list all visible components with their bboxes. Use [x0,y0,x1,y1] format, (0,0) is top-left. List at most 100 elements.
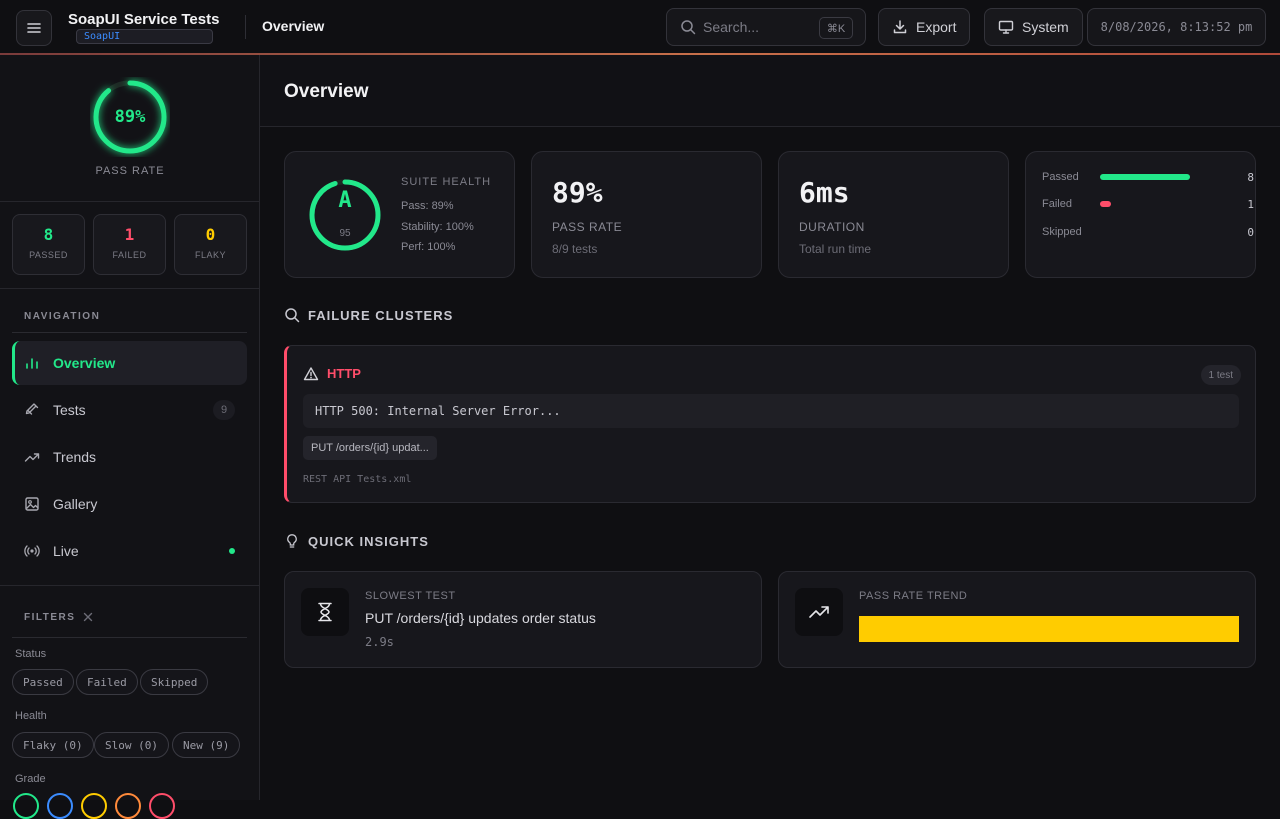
live-indicator-dot [229,548,235,554]
grade-filter-d[interactable] [115,793,141,819]
app-title: SoapUI Service Tests [68,11,220,28]
hourglass-icon-box [301,588,349,636]
datetime-display: 8/08/2026, 8:13:52 pm [1087,8,1266,46]
lightbulb-icon [287,534,297,548]
clear-filters-icon[interactable] [82,611,94,623]
cluster-count-badge: 1 test [1200,365,1241,385]
filter-chip-failed[interactable]: Failed [76,669,138,695]
breakdown-label: Failed [1042,198,1072,210]
app-header: SoapUI Service Tests SoapUI Overview ⌘K … [0,0,1280,55]
filter-chip-skipped[interactable]: Skipped [140,669,209,695]
cluster-test-chip[interactable]: PUT /orders/{id} updat... [303,436,437,460]
duration-value: 6ms [799,176,850,209]
health-stability-line: Stability: 100% [401,221,474,233]
duration-sub: Total run time [799,242,872,256]
hourglass-icon [318,602,332,622]
nav-item-overview[interactable]: Overview [12,341,247,385]
flaky-stat: 0 FLAKY [174,214,247,275]
hamburger-icon [27,23,41,33]
failed-count: 1 [124,225,135,244]
header-divider [245,15,246,39]
pass-rate-caption: PASS RATE [95,165,165,177]
slowest-test-duration: 2.9s [365,635,394,649]
breakdown-fill [1100,201,1112,207]
slowest-test-card[interactable]: SLOWEST TEST PUT /orders/{id} updates or… [284,571,762,668]
pass-rate-card: 89% PASS RATE 8/9 tests [531,151,762,278]
pass-rate-trend-card[interactable]: PASS RATE TREND [778,571,1256,668]
breakdown-fill [1100,174,1190,180]
health-pass-line: Pass: 89% [401,200,454,212]
divider [0,288,260,289]
flaky-count: 0 [205,225,216,244]
search-shortcut: ⌘K [819,17,853,39]
cluster-title: HTTP [327,366,361,381]
trending-up-icon [24,453,40,462]
system-theme-button[interactable]: System [984,8,1083,46]
breakdown-row-passed: Passed 8 [1042,171,1254,185]
passed-count: 8 [43,225,54,244]
status-filter-label: Status [15,648,47,660]
health-score: 95 [339,228,351,239]
menu-button[interactable] [16,10,52,46]
health-perf-line: Perf: 100% [401,241,456,253]
failed-stat: 1 FAILED [93,214,166,275]
breakdown-track [1100,201,1190,207]
breakdown-label: Passed [1042,171,1079,183]
main-content: Overview A 95 SUITE HEALTH Pass: 89% Sta… [260,55,1280,800]
divider [12,637,247,638]
trend-icon-box [795,588,843,636]
grade-filter-c[interactable] [81,793,107,819]
nav-label: Gallery [53,496,98,512]
search-box[interactable]: ⌘K [666,8,866,46]
nav-label: Live [53,543,79,559]
pass-rate-value: 89% [114,107,146,127]
trending-up-icon [809,606,829,618]
suite-health-card: A 95 SUITE HEALTH Pass: 89% Stability: 1… [284,151,515,278]
breakdown-label: Skipped [1042,226,1082,238]
filters-title: FILTERS [24,612,76,623]
grade-filter-b[interactable] [47,793,73,819]
search-input[interactable] [703,17,813,37]
sidebar: 89% PASS RATE 8 PASSED 1 FAILED 0 FLAKY … [0,55,260,819]
download-icon [893,20,907,34]
nav-item-live[interactable]: Live [12,529,247,573]
filter-chip-slow[interactable]: Slow (0) [94,732,169,758]
grade-filter-label: Grade [15,773,46,785]
nav-item-gallery[interactable]: Gallery [12,482,247,526]
cluster-error-message: HTTP 500: Internal Server Error... [303,394,1239,428]
pass-rate-trend-label: PASS RATE TREND [859,590,968,602]
breakdown-track [1100,229,1190,235]
quick-insights-title: QUICK INSIGHTS [308,533,429,549]
grade-filter-a[interactable] [13,793,39,819]
breakdown-row-failed: Failed 1 [1042,198,1254,212]
duration-label: DURATION [799,220,865,234]
monitor-icon [998,20,1014,34]
divider [12,332,247,333]
export-label: Export [916,19,957,35]
nav-label: Trends [53,449,97,465]
filter-chip-passed[interactable]: Passed [12,669,74,695]
pass-rate-value: 89% [552,176,603,209]
results-breakdown-card: Passed 8 Failed 1 Skipped 0 [1025,151,1256,278]
search-icon [285,308,300,323]
nav-item-tests[interactable]: Tests 9 [12,388,247,432]
failure-cluster-card[interactable]: HTTP 1 test HTTP 500: Internal Server Er… [284,345,1256,503]
suite-health-title: SUITE HEALTH [401,176,492,188]
breakdown-count: 0 [1247,226,1254,239]
passed-label: PASSED [29,250,68,260]
filter-chip-flaky[interactable]: Flaky (0) [12,732,94,758]
image-icon [25,497,39,511]
radio-icon [24,545,40,557]
pass-rate-label: PASS RATE [552,220,623,234]
warning-triangle-icon [303,367,319,381]
failure-clusters-heading: FAILURE CLUSTERS [284,307,453,323]
export-button[interactable]: Export [878,8,971,46]
quick-insights-heading: QUICK INSIGHTS [284,533,429,549]
flask-icon [25,403,39,415]
filter-chip-new[interactable]: New (9) [172,732,241,758]
nav-item-trends[interactable]: Trends [12,435,247,479]
pass-rate-sub: 8/9 tests [552,242,598,256]
framework-badge: SoapUI [76,29,213,44]
pass-rate-ring: 89% [90,77,170,157]
grade-filter-f[interactable] [149,793,175,819]
